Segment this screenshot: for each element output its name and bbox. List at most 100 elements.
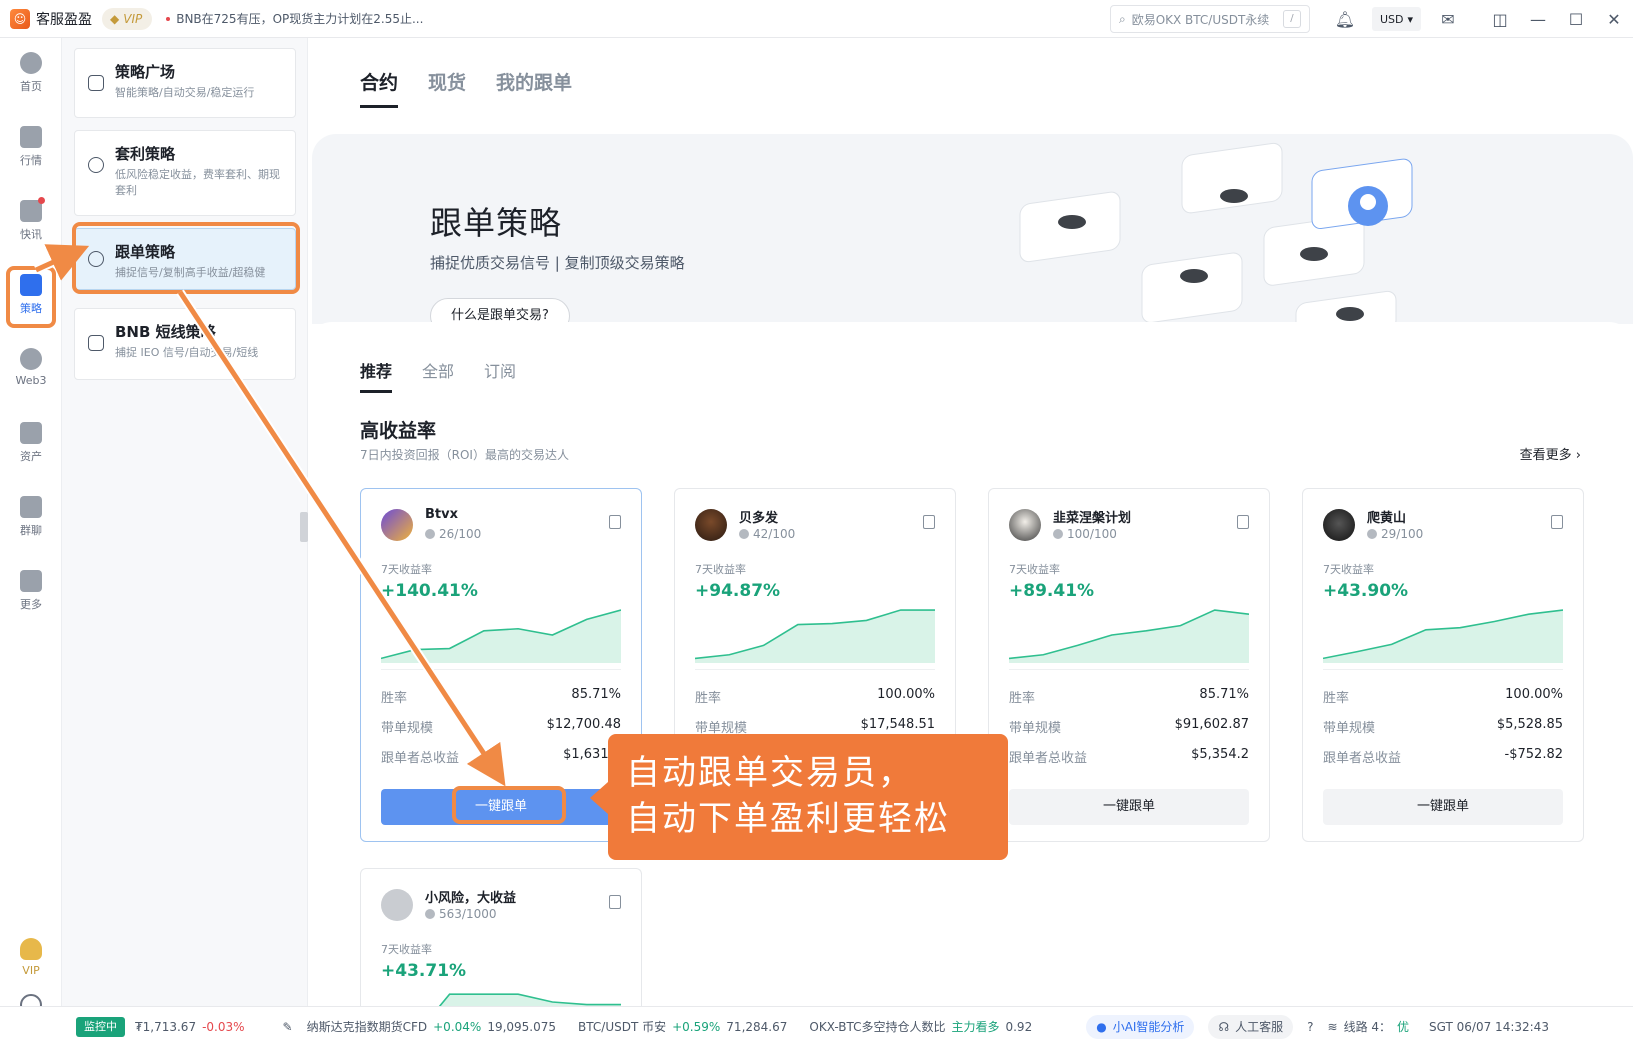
rail-item-assets[interactable]: 资产 [0, 422, 62, 464]
live-monitor-badge[interactable]: 监控中 [76, 1016, 125, 1037]
bookmark-icon[interactable] [609, 515, 621, 529]
help-icon[interactable]: ? [1307, 1020, 1313, 1034]
customer-service-button[interactable]: ☊ 人工客服 [1208, 1014, 1294, 1039]
ticker-name: BTC/USDT 币安 [578, 1020, 667, 1034]
bookmark-icon[interactable] [1551, 515, 1563, 529]
filter-tabs: 推荐 全部 订阅 [360, 358, 516, 393]
profit-row: 跟单者总收益 -$752.82 [1323, 747, 1563, 766]
rail-item-chat[interactable]: 群聊 [0, 496, 62, 538]
vip-diamond-icon [20, 938, 42, 960]
follow-button[interactable]: 一键跟单 [1323, 789, 1563, 825]
wallet-icon [20, 422, 42, 444]
tab-futures[interactable]: 合约 [360, 68, 399, 108]
bell-icon[interactable]: 🔔︎ [1326, 0, 1364, 38]
window-pin-icon[interactable]: ◫ [1481, 0, 1519, 38]
follower-count-value: 26/100 [439, 527, 482, 541]
cycle-icon [88, 157, 104, 173]
roi-label: 7天收益率 [695, 563, 746, 576]
minimize-icon[interactable]: — [1519, 0, 1557, 38]
highlight-box-follow-button [452, 786, 566, 824]
follow-button[interactable]: 一键跟单 [1009, 789, 1249, 825]
win-rate-label: 胜率 [1323, 691, 1350, 706]
roi-value: +43.90% [1323, 581, 1409, 601]
ticker-okx-ratio[interactable]: OKX-BTC多空持仓人数比 主力看多 0.92 [809, 1018, 1032, 1035]
tutorial-callout: 自动跟单交易员， 自动下单盈利更轻松 [590, 734, 1008, 860]
search-shortcut: / [1282, 10, 1301, 28]
rail-item-news[interactable]: 快讯 [0, 197, 62, 242]
rail-item-vip[interactable]: VIP [0, 938, 62, 977]
ai-label: 小AI智能分析 [1112, 1019, 1185, 1034]
diamond-icon: ◆ [110, 11, 120, 26]
roi-label: 7天收益率 [381, 943, 432, 956]
close-icon[interactable]: ✕ [1595, 0, 1633, 38]
rail-item-market[interactable]: 行情 [0, 126, 62, 168]
price-value: ₮1,713.67 [135, 1019, 197, 1034]
mail-icon[interactable]: ✉ [1429, 0, 1467, 38]
chevron-down-icon: ▾ [1407, 12, 1413, 26]
divider [381, 669, 621, 670]
follower-count: 563/1000 [425, 907, 497, 921]
trader-card-4[interactable]: 小风险，大收益 563/1000 7天收益率 +43.71% [360, 868, 642, 1008]
follower-count: 100/100 [1053, 527, 1117, 541]
win-rate-row: 胜率 100.00% [1323, 687, 1563, 706]
scale-label: 带单规模 [381, 721, 434, 736]
trader-name: Btvx [425, 507, 458, 522]
subnav-item-bnb[interactable]: BNB 短线策略 捕捉 IEO 信号/自动交易/短线 [74, 308, 296, 380]
roi-sparkline [695, 609, 935, 663]
see-more-label: 查看更多 [1519, 448, 1572, 463]
hero-illustration [1019, 142, 1413, 324]
collapse-handle[interactable] [300, 512, 308, 542]
edit-icon[interactable]: ✎ [283, 1020, 293, 1034]
wifi-icon: ≋ [1327, 1019, 1338, 1034]
search-placeholder: 欧易OKX BTC/USDT永续 [1131, 12, 1270, 27]
section-title: 高收益率 [360, 420, 437, 442]
win-rate-label: 胜率 [695, 691, 722, 706]
follower-count-value: 563/1000 [439, 907, 497, 921]
bookmark-icon[interactable] [1237, 515, 1249, 529]
subnav-item-plaza[interactable]: 策略广场 智能策略/自动交易/稳定运行 [74, 48, 296, 118]
roi-label: 7天收益率 [381, 563, 432, 576]
tab-recommended[interactable]: 推荐 [360, 358, 393, 393]
search-input[interactable]: ⌕ 欧易OKX BTC/USDT永续 / [1109, 5, 1310, 33]
bookmark-icon[interactable] [609, 895, 621, 909]
hero-title: 跟单策略 [430, 204, 563, 242]
subnav-item-arbitrage[interactable]: 套利策略 低风险稳定收益，费率套利、期现套利 [74, 130, 296, 216]
section-desc: 7日内投资回报（ROI）最高的交易达人 [360, 448, 569, 462]
tab-subscribed[interactable]: 订阅 [484, 358, 516, 393]
trader-card-2[interactable]: 韭菜涅槃计划 100/100 7天收益率 +89.41% 胜率 85.71% 带单… [988, 488, 1270, 842]
app-logo[interactable]: ☺ 客服盈盈 [10, 8, 92, 29]
hero-banner: 跟单策略 捕捉优质交易信号 | 复制顶级交易策略 什么是跟单交易? [312, 134, 1633, 334]
tab-my-copytrade[interactable]: 我的跟单 [496, 68, 572, 108]
bnb-chart-icon [88, 335, 104, 351]
ticker-price[interactable]: ₮1,713.67 -0.03% [135, 1020, 245, 1034]
currency-select[interactable]: USD ▾ [1371, 7, 1421, 31]
callout-line-2: 自动下单盈利更轻松 [626, 799, 950, 839]
scale-value: $12,700.48 [546, 717, 621, 732]
rail-item-web3[interactable]: Web3 [0, 348, 62, 387]
ai-analysis-button[interactable]: ● 小AI智能分析 [1086, 1014, 1195, 1039]
chart-bar-icon [20, 126, 42, 148]
scale-label: 带单规模 [1009, 721, 1062, 736]
vip-badge[interactable]: ◆ VIP [102, 7, 153, 30]
chat-icon [20, 496, 42, 518]
chevron-right-icon: › [1575, 448, 1581, 463]
win-rate-row: 胜率 85.71% [381, 687, 621, 706]
tab-spot[interactable]: 现货 [428, 68, 466, 108]
bookmark-icon[interactable] [923, 515, 935, 529]
network-line[interactable]: ≋ 线路 4： 优 [1328, 1018, 1410, 1035]
rail-item-more[interactable]: 更多 [0, 570, 62, 612]
rail-item-home[interactable]: 首页 [0, 52, 62, 94]
news-ticker[interactable]: BNB在725有压，OP现货主力计划在2.55止... [166, 10, 423, 27]
ticker-btc[interactable]: BTC/USDT 币安 +0.59% 71,284.67 [578, 1018, 787, 1035]
avatar [1009, 509, 1041, 541]
maximize-icon[interactable]: ☐ [1557, 0, 1595, 38]
ticker-nasdaq[interactable]: 纳斯达克指数期货CFD +0.04% 19,095.075 [307, 1018, 556, 1035]
subnav-title: 套利策略 [115, 145, 176, 163]
news-dot-icon [166, 16, 171, 21]
people-icon [1053, 529, 1063, 539]
tab-all[interactable]: 全部 [422, 358, 454, 393]
see-more-link[interactable]: 查看更多 › [1520, 444, 1581, 463]
win-rate-label: 胜率 [1009, 691, 1036, 706]
trader-card-3[interactable]: 爬黄山 29/100 7天收益率 +43.90% 胜率 100.00% 带单规模 $… [1302, 488, 1584, 842]
win-rate-row: 胜率 100.00% [695, 687, 935, 706]
